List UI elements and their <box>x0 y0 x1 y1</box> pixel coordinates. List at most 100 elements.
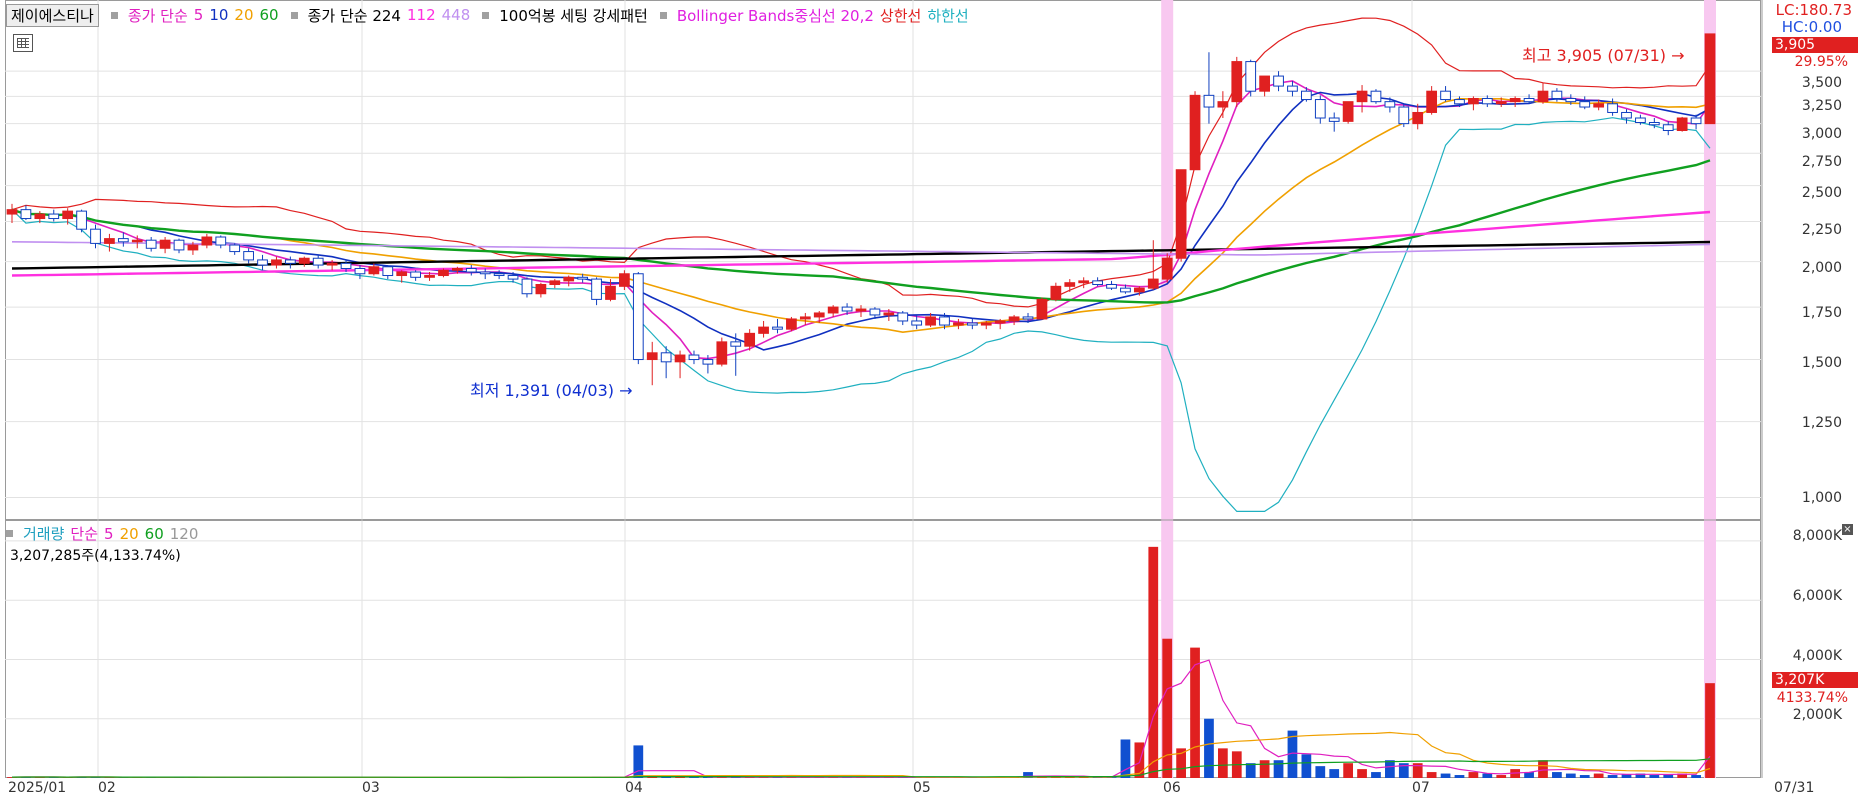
candle-body <box>841 306 853 312</box>
candle-body <box>438 269 449 277</box>
ma-label: 종가 단순 <box>127 6 188 25</box>
candle-body <box>479 271 491 275</box>
volume-bar <box>1593 773 1604 778</box>
candle-body <box>159 239 171 249</box>
volume-tag: 3,207K <box>1772 672 1858 688</box>
candle-body <box>632 273 644 361</box>
volume-bar <box>1426 772 1437 778</box>
candle-body <box>1147 278 1159 289</box>
price-axis-label: 1,000 <box>1801 490 1842 506</box>
volume-bar <box>1454 775 1465 778</box>
candle-body <box>1690 117 1702 125</box>
candle-body <box>243 251 254 261</box>
volume-bar <box>633 745 644 778</box>
volume-bar <box>1705 683 1715 778</box>
candle-body <box>1120 287 1131 293</box>
volume-bar <box>689 777 699 778</box>
candle-body <box>312 257 324 266</box>
candle-body <box>1050 285 1062 300</box>
grid-icon[interactable] <box>13 34 33 52</box>
candle-body <box>1398 106 1410 125</box>
candle-body <box>1217 101 1229 108</box>
candle-body <box>145 239 157 249</box>
month-label: 07 <box>1412 780 1430 796</box>
legend-marker <box>6 530 13 537</box>
candle-body <box>20 209 32 220</box>
candle-body <box>62 210 74 220</box>
volume-bar <box>1148 546 1159 778</box>
candle-body <box>104 238 115 244</box>
stock-name[interactable]: 제이에스티나 <box>6 3 99 27</box>
candle-body <box>1273 75 1284 87</box>
volume-bar <box>1259 760 1270 778</box>
candle-body <box>1328 117 1340 122</box>
bollinger-upper: 상한선 <box>879 6 922 25</box>
candle-body <box>1231 61 1243 103</box>
candle-body <box>354 268 366 275</box>
low-note: 최저 1,391 (04/03) → <box>470 381 633 400</box>
candle-body <box>549 280 561 286</box>
close-icon[interactable]: × <box>1842 524 1853 535</box>
current-price-tag: 3,905 <box>1772 37 1858 53</box>
candle-body <box>1648 121 1660 126</box>
candle-body <box>605 285 616 300</box>
volume-ma-20-line <box>11 731 1711 778</box>
volume-bar <box>1190 647 1200 778</box>
volume-bar <box>1468 772 1479 778</box>
candle-body <box>1106 284 1117 289</box>
ma-line-5 <box>11 80 1711 360</box>
candle-body <box>1551 90 1563 99</box>
volume-legend: 거래량 단순 5 20 60 120 <box>6 523 198 544</box>
volume-ma-20: 20 <box>119 524 139 543</box>
volume-axis-label: 6,000K <box>1792 588 1842 604</box>
candle-body <box>1161 257 1173 280</box>
price-axis-label: 3,500 <box>1801 75 1842 91</box>
candle-body <box>869 308 881 316</box>
candle-body <box>298 257 310 264</box>
candle-body <box>1370 90 1382 103</box>
candle-body <box>1078 280 1090 284</box>
candle-body <box>1092 280 1103 286</box>
volume-bar <box>1607 775 1618 778</box>
price-axis-label: 1,750 <box>1801 305 1842 321</box>
candle-body <box>1036 298 1048 320</box>
volume-axis-label: 4,000K <box>1792 648 1842 664</box>
candle-body <box>215 236 227 246</box>
legend-marker <box>290 11 298 19</box>
candle-body <box>813 312 825 318</box>
indicator-legend: 제이에스티나 종가 단순 5 10 20 60 종가 단순 224 112 44… <box>6 3 969 27</box>
candle-body <box>1481 97 1493 105</box>
month-label: 06 <box>1163 780 1181 796</box>
chart-window: 제이에스티나 종가 단순 5 10 20 60 종가 단순 224 112 44… <box>0 0 1860 808</box>
candle-body <box>799 316 811 320</box>
candle-body <box>1565 97 1577 103</box>
candle-body <box>1662 124 1674 132</box>
candle-body <box>966 322 978 326</box>
candle-body <box>326 262 338 266</box>
volume-ma-label: 단순 <box>70 525 99 543</box>
candle-body <box>1412 111 1424 125</box>
candle-body <box>465 268 477 273</box>
volume-bar <box>1315 766 1326 778</box>
candle-body <box>1593 103 1605 108</box>
price-axis-label: 3,250 <box>1801 98 1842 114</box>
long-ma-label: 종가 단순 224 <box>307 6 401 25</box>
volume-total: 3,207,285주(4,133.74%) <box>10 548 181 564</box>
candle-body <box>1621 111 1632 119</box>
candle-body <box>1314 99 1326 119</box>
candle-body <box>382 266 394 277</box>
candle-body <box>674 354 686 363</box>
candle-body <box>994 320 1006 324</box>
candle-body <box>1635 117 1646 123</box>
volume-label: 거래량 <box>23 525 65 543</box>
candle-body <box>229 244 241 253</box>
chart-canvas <box>5 0 1763 779</box>
candle-body <box>1301 90 1312 101</box>
candle-body <box>1008 316 1020 322</box>
candle-body <box>744 332 756 347</box>
candle-body <box>34 213 46 220</box>
candle-body <box>340 262 352 270</box>
candle-body <box>702 359 714 365</box>
price-axis-label: 2,250 <box>1801 222 1842 238</box>
bollinger-label: Bollinger Bands중심선 20,2 <box>676 6 874 25</box>
